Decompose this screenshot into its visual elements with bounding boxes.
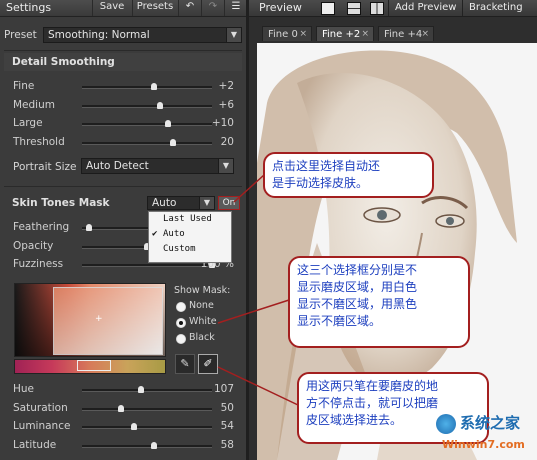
watermark: 系统之家 Winwin7.com	[436, 412, 536, 458]
connector-line	[233, 174, 265, 203]
connector-line	[217, 299, 290, 324]
logo-icon	[436, 414, 456, 434]
callout-connectors	[217, 174, 299, 406]
watermark-url: Winwin7.com	[442, 438, 525, 451]
watermark-site-name: 系统之家	[460, 414, 521, 432]
connector-line	[217, 366, 299, 406]
